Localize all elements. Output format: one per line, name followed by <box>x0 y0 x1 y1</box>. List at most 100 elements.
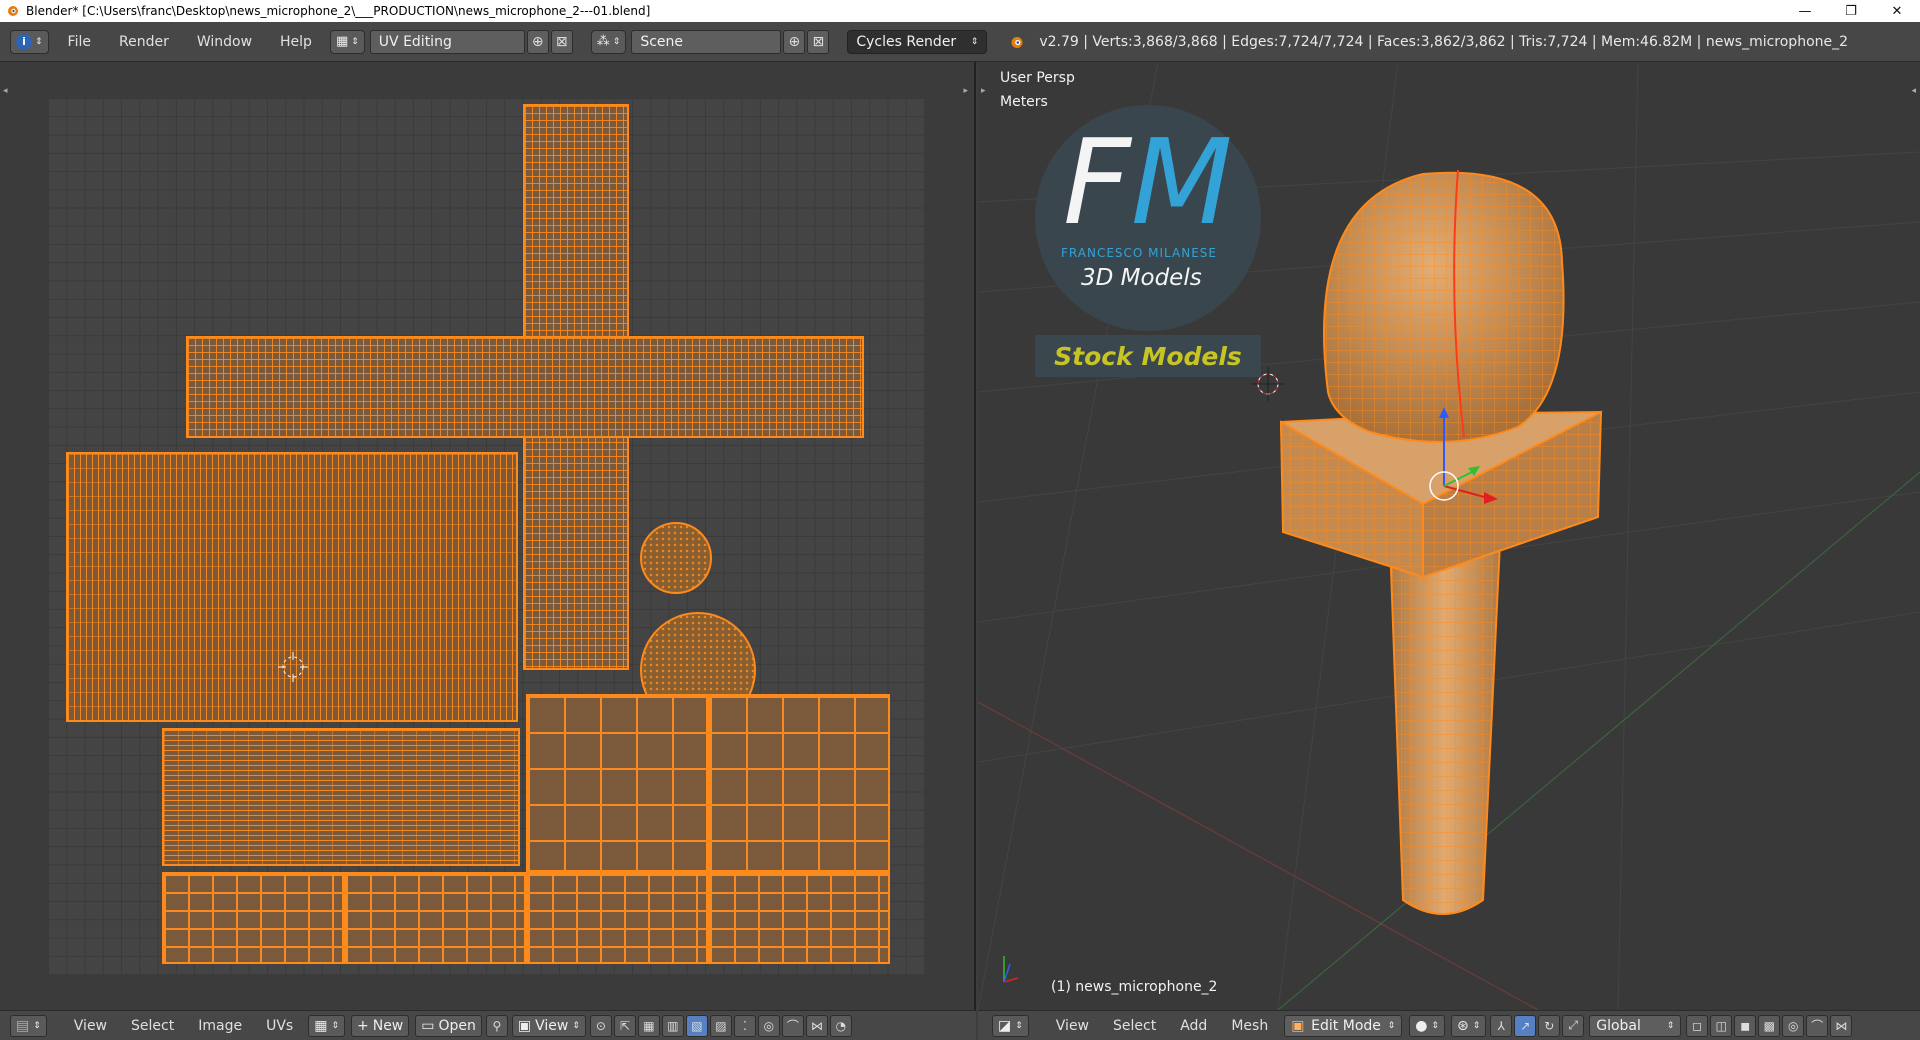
pivot-icon[interactable]: ⊙ <box>589 1014 612 1037</box>
scene-field[interactable]: Scene <box>631 29 782 54</box>
rotate-manipulator-icon[interactable]: ↻ <box>1538 1014 1561 1037</box>
vp-menu-mesh[interactable]: Mesh <box>1219 1018 1280 1034</box>
close-button[interactable]: ✕ <box>1874 0 1920 22</box>
screen-layout-field[interactable]: UV Editing <box>369 29 525 54</box>
window-title: Blender* [C:\Users\franc\Desktop\news_mi… <box>26 4 651 18</box>
uv-island-box-bottom-c[interactable] <box>526 872 708 964</box>
uv-menu-select[interactable]: Select <box>119 1018 186 1034</box>
chevron-updown-icon: ⇕ <box>331 1020 339 1031</box>
occlude-geometry-icon[interactable]: ▩ <box>1758 1014 1781 1037</box>
window-titlebar: Blender* [C:\Users\franc\Desktop\news_mi… <box>0 0 1920 22</box>
viewport-shading-select[interactable]: ● ⇕ <box>1409 1014 1445 1037</box>
remove-scene-icon[interactable]: ⊠ <box>807 29 830 54</box>
screen-layout-selector[interactable]: ▦ ⇕ <box>329 29 365 54</box>
active-object-label: (1) news_microphone_2 <box>1051 979 1218 995</box>
transform-orientation-select[interactable]: Global ⇕ <box>1589 1014 1682 1037</box>
sync-selection-icon[interactable]: ⇱ <box>613 1014 636 1037</box>
editor-type-uv-button[interactable]: ▤ ⇕ <box>10 1014 47 1037</box>
scale-manipulator-icon[interactable]: ⤢ <box>1562 1014 1585 1037</box>
menu-render[interactable]: Render <box>105 34 183 50</box>
pivot-point-select[interactable]: ⊛ ⇕ <box>1450 1014 1487 1037</box>
viewport-header: ◪ ⇕ View Select Add Mesh ▣ Edit Mode ⇕ ● ⇕… <box>978 1010 1920 1040</box>
remove-screen-icon[interactable]: ⊠ <box>550 29 573 54</box>
proportional-editing-icon[interactable]: ◎ <box>1782 1014 1805 1037</box>
island-select-icon[interactable]: ▨ <box>709 1014 732 1037</box>
vertex-select-mode-icon[interactable]: ◻ <box>1686 1014 1709 1037</box>
uv-menu-uvs[interactable]: UVs <box>254 1018 305 1034</box>
render-engine-select[interactable]: Cycles Render ⇕ <box>847 29 988 54</box>
uv-island-box-bottom-a[interactable] <box>162 872 344 964</box>
3d-cursor-icon <box>1251 367 1285 401</box>
snap-element-icon[interactable]: ⋈ <box>805 1014 828 1037</box>
snap-target-icon[interactable]: ⋈ <box>1830 1014 1853 1037</box>
chevron-updown-icon: ⇕ <box>970 36 979 47</box>
menu-window[interactable]: Window <box>183 34 266 50</box>
vp-menu-view[interactable]: View <box>1044 1018 1101 1034</box>
image-browse-button[interactable]: ▦ ⇕ <box>308 1014 345 1037</box>
add-screen-icon[interactable]: ⊕ <box>526 29 549 54</box>
edge-select-mode-icon[interactable]: ◫ <box>1710 1014 1733 1037</box>
display-options-icon[interactable]: ◔ <box>829 1014 852 1037</box>
vertex-select-icon[interactable]: ▦ <box>637 1014 660 1037</box>
open-image-button[interactable]: ▭ Open <box>415 1014 482 1037</box>
menu-help[interactable]: Help <box>266 34 326 50</box>
add-scene-icon[interactable]: ⊕ <box>783 29 806 54</box>
snap-icon[interactable]: ⌒ <box>781 1014 804 1037</box>
uv-editor-header: ▤ ⇕ View Select Image UVs ▦ ⇕ + New ▭ Open ⚲… <box>0 1010 976 1040</box>
uv-image-editor[interactable]: ◂ ▸ <box>0 62 976 1010</box>
blender-logo-icon <box>1009 34 1025 50</box>
blender-app-icon <box>6 4 20 18</box>
edge-select-icon[interactable]: ▥ <box>661 1014 684 1037</box>
image-editor-icon: ▤ <box>16 1017 30 1034</box>
editor-type-3d-button[interactable]: ◪ ⇕ <box>992 1014 1029 1037</box>
uv-menu-image[interactable]: Image <box>186 1018 254 1034</box>
uv-island-handle-block[interactable] <box>162 728 520 866</box>
snap-toggle-icon[interactable]: ⌒ <box>1806 1014 1829 1037</box>
scene-selector[interactable]: ⁂ ⇕ <box>590 29 627 54</box>
chevron-updown-icon: ⇕ <box>1472 1020 1481 1031</box>
info-header: i ⇕ File Render Window Help ▦ ⇕ UV Editi… <box>0 22 1920 62</box>
layout-grid-icon: ▦ <box>335 34 349 49</box>
uv-grid[interactable] <box>48 98 924 974</box>
chevron-updown-icon: ⇕ <box>33 1020 41 1031</box>
image-icon: ▦ <box>314 1017 328 1034</box>
uv-menu-view[interactable]: View <box>62 1018 119 1034</box>
vp-menu-select[interactable]: Select <box>1101 1018 1168 1034</box>
editor-type-info-button[interactable]: i ⇕ <box>10 29 49 54</box>
view-mode-icon: ▣ <box>517 1017 532 1034</box>
interaction-mode-label: Edit Mode <box>1311 1017 1381 1034</box>
transform-orientation-label: Global <box>1596 1017 1641 1034</box>
render-engine-label: Cycles Render <box>856 33 957 50</box>
pin-icon[interactable]: ⚲ <box>485 1014 508 1037</box>
pivot-point-icon: ⊛ <box>1456 1017 1469 1034</box>
edit-mode-icon: ▣ <box>1291 1017 1305 1034</box>
view-mode-select[interactable]: ▣ View ⇕ <box>511 1014 586 1037</box>
manipulator-toggle-icon[interactable]: ⅄ <box>1490 1014 1513 1037</box>
sticky-select-icon[interactable]: ⁚ <box>733 1014 756 1037</box>
microphone-mesh[interactable] <box>978 62 1920 1010</box>
scene-stats: v2.79 | Verts:3,868/3,868 | Edges:7,724/… <box>1039 33 1849 50</box>
new-image-button[interactable]: + New <box>350 1014 410 1037</box>
uv-island-small-circle[interactable] <box>640 522 712 594</box>
uv-island-box-side-b[interactable] <box>708 694 890 872</box>
uv-2d-cursor-icon[interactable] <box>276 650 310 684</box>
face-select-icon[interactable]: ▧ <box>685 1014 708 1037</box>
region-toggle-right-icon[interactable]: ▸ <box>963 86 968 96</box>
translate-manipulator-icon[interactable]: ↗ <box>1514 1014 1537 1037</box>
maximize-button[interactable]: ❐ <box>1828 0 1874 22</box>
minimize-button[interactable]: — <box>1782 0 1828 22</box>
uv-island-horizontal-strip[interactable] <box>186 336 864 438</box>
chevron-updown-icon: ⇕ <box>572 1020 580 1031</box>
region-toggle-left-icon[interactable]: ◂ <box>3 86 8 96</box>
face-select-mode-icon[interactable]: ◼ <box>1734 1014 1757 1037</box>
uv-island-box-bottom-b[interactable] <box>344 872 526 964</box>
3d-viewport[interactable]: ▸ ◂ User Persp Meters FM FRANCESCO MILAN… <box>978 62 1920 1010</box>
chevron-updown-icon: ⇕ <box>1431 1020 1439 1031</box>
interaction-mode-select[interactable]: ▣ Edit Mode ⇕ <box>1284 1014 1403 1037</box>
uv-island-box-bottom-d[interactable] <box>708 872 890 964</box>
vp-menu-add[interactable]: Add <box>1168 1018 1219 1034</box>
menu-file[interactable]: File <box>54 34 105 50</box>
uv-island-box-side-a[interactable] <box>526 694 708 872</box>
proportional-edit-icon[interactable]: ◎ <box>757 1014 780 1037</box>
chevron-updown-icon: ⇕ <box>612 36 621 47</box>
